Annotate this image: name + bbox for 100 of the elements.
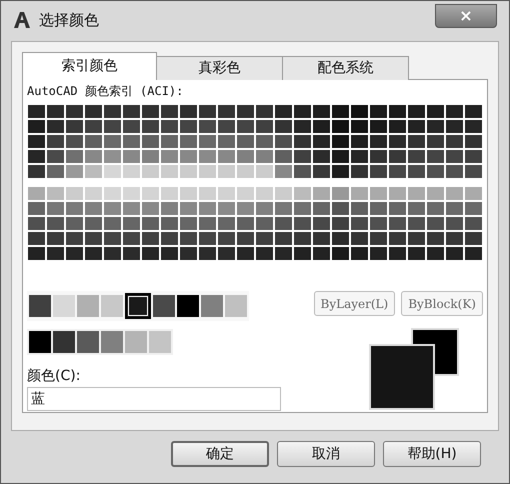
color-cell[interactable]: [351, 165, 368, 178]
color-cell[interactable]: [104, 165, 121, 178]
color-cell[interactable]: [332, 202, 349, 215]
color-cell[interactable]: [66, 187, 83, 200]
color-cell[interactable]: [389, 187, 406, 200]
color-cell[interactable]: [123, 165, 140, 178]
color-cell[interactable]: [123, 150, 140, 163]
color-cell[interactable]: [123, 105, 140, 118]
color-cell[interactable]: [332, 150, 349, 163]
color-cell[interactable]: [47, 105, 64, 118]
color-cell[interactable]: [104, 105, 121, 118]
color-cell[interactable]: [370, 150, 387, 163]
color-cell[interactable]: [313, 150, 330, 163]
color-cell[interactable]: [104, 187, 121, 200]
color-cell[interactable]: [275, 150, 292, 163]
color-cell[interactable]: [104, 247, 121, 260]
color-cell[interactable]: [28, 187, 45, 200]
color-swatch[interactable]: [153, 295, 175, 317]
color-cell[interactable]: [237, 105, 254, 118]
color-cell[interactable]: [180, 105, 197, 118]
color-swatch[interactable]: [101, 295, 123, 317]
color-cell[interactable]: [332, 120, 349, 133]
color-cell[interactable]: [47, 247, 64, 260]
color-cell[interactable]: [427, 165, 444, 178]
color-swatch[interactable]: [125, 293, 151, 319]
color-cell[interactable]: [294, 150, 311, 163]
color-cell[interactable]: [465, 150, 482, 163]
color-cell[interactable]: [180, 165, 197, 178]
color-cell[interactable]: [180, 187, 197, 200]
color-cell[interactable]: [237, 202, 254, 215]
color-cell[interactable]: [332, 135, 349, 148]
color-cell[interactable]: [294, 247, 311, 260]
color-cell[interactable]: [237, 150, 254, 163]
color-cell[interactable]: [332, 105, 349, 118]
color-cell[interactable]: [408, 165, 425, 178]
color-cell[interactable]: [370, 232, 387, 245]
color-cell[interactable]: [218, 120, 235, 133]
color-cell[interactable]: [180, 135, 197, 148]
color-swatch[interactable]: [125, 331, 147, 353]
color-cell[interactable]: [294, 187, 311, 200]
color-cell[interactable]: [370, 187, 387, 200]
color-cell[interactable]: [408, 105, 425, 118]
color-cell[interactable]: [28, 150, 45, 163]
color-cell[interactable]: [161, 120, 178, 133]
color-cell[interactable]: [85, 150, 102, 163]
color-cell[interactable]: [237, 232, 254, 245]
color-cell[interactable]: [256, 202, 273, 215]
color-cell[interactable]: [218, 202, 235, 215]
color-cell[interactable]: [104, 150, 121, 163]
color-cell[interactable]: [465, 202, 482, 215]
color-cell[interactable]: [199, 202, 216, 215]
color-cell[interactable]: [161, 187, 178, 200]
color-swatch[interactable]: [77, 331, 99, 353]
color-cell[interactable]: [446, 247, 463, 260]
color-swatch[interactable]: [53, 331, 75, 353]
dialog-button[interactable]: 帮助(H): [383, 441, 481, 467]
color-cell[interactable]: [180, 247, 197, 260]
color-swatch[interactable]: [149, 331, 171, 353]
color-cell[interactable]: [427, 217, 444, 230]
color-cell[interactable]: [218, 187, 235, 200]
color-swatch[interactable]: [29, 331, 51, 353]
special-color-button[interactable]: ByLayer(L): [314, 291, 396, 316]
color-cell[interactable]: [199, 247, 216, 260]
color-cell[interactable]: [28, 217, 45, 230]
color-cell[interactable]: [28, 105, 45, 118]
color-cell[interactable]: [389, 247, 406, 260]
special-color-button[interactable]: ByBlock(K): [401, 291, 483, 316]
color-cell[interactable]: [28, 232, 45, 245]
color-cell[interactable]: [389, 120, 406, 133]
color-cell[interactable]: [123, 232, 140, 245]
color-cell[interactable]: [199, 120, 216, 133]
color-cell[interactable]: [275, 217, 292, 230]
color-cell[interactable]: [275, 232, 292, 245]
color-cell[interactable]: [427, 150, 444, 163]
color-swatch[interactable]: [53, 295, 75, 317]
color-cell[interactable]: [161, 135, 178, 148]
color-cell[interactable]: [446, 202, 463, 215]
color-cell[interactable]: [427, 105, 444, 118]
tab[interactable]: 配色系统: [282, 56, 409, 80]
color-cell[interactable]: [408, 232, 425, 245]
color-cell[interactable]: [161, 105, 178, 118]
color-cell[interactable]: [47, 135, 64, 148]
color-cell[interactable]: [389, 217, 406, 230]
color-cell[interactable]: [66, 232, 83, 245]
color-cell[interactable]: [427, 135, 444, 148]
color-cell[interactable]: [294, 165, 311, 178]
color-cell[interactable]: [446, 120, 463, 133]
color-cell[interactable]: [332, 247, 349, 260]
color-cell[interactable]: [256, 165, 273, 178]
color-cell[interactable]: [351, 202, 368, 215]
color-cell[interactable]: [294, 217, 311, 230]
color-cell[interactable]: [313, 165, 330, 178]
color-cell[interactable]: [237, 247, 254, 260]
color-cell[interactable]: [256, 217, 273, 230]
color-cell[interactable]: [275, 135, 292, 148]
color-cell[interactable]: [28, 202, 45, 215]
color-cell[interactable]: [408, 217, 425, 230]
color-cell[interactable]: [237, 217, 254, 230]
color-cell[interactable]: [66, 202, 83, 215]
color-swatch[interactable]: [225, 295, 247, 317]
